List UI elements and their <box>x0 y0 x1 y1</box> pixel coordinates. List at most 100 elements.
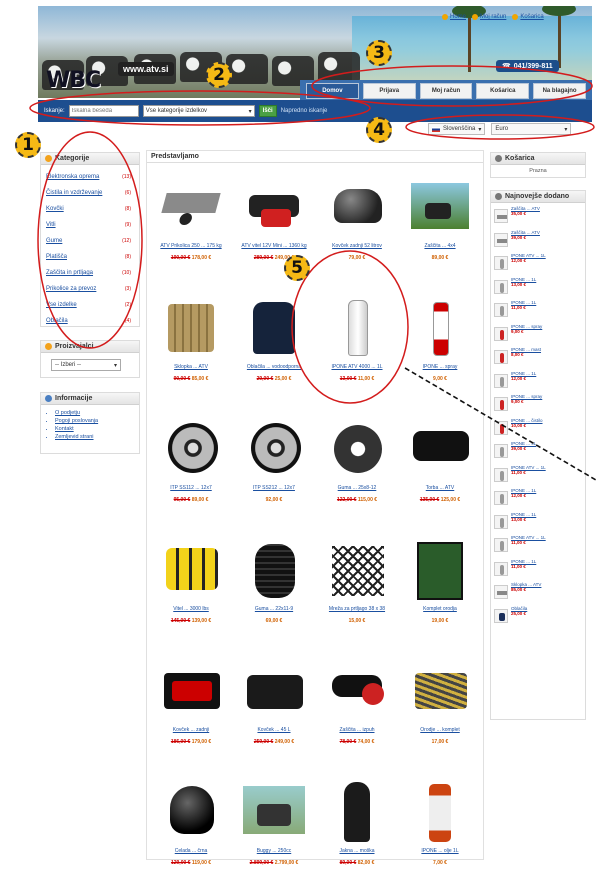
newest-thumbnail[interactable] <box>494 232 508 247</box>
newest-item[interactable]: IPONE ... 4L 39,00 € <box>491 441 585 465</box>
product-name[interactable]: Jakna ... moška <box>318 848 396 860</box>
top-link-home[interactable]: Home <box>442 14 466 20</box>
nav-tab-home[interactable]: Domov <box>306 83 359 99</box>
product-image[interactable] <box>324 538 390 602</box>
product-name[interactable]: Buggy ... 250cc <box>235 848 313 860</box>
product-card[interactable]: Zaščita ... izpuh 78,00 € 74,00 € <box>317 653 397 770</box>
newest-thumbnail[interactable] <box>494 397 508 411</box>
product-name[interactable]: Kovček ... zadnji <box>152 727 230 739</box>
language-select[interactable]: Slovenščina ▾ <box>428 123 486 135</box>
info-link-terms[interactable]: Pogoji poslovanja <box>55 417 139 425</box>
product-name[interactable]: ITP SS212 ... 12x7 <box>235 485 313 497</box>
product-image[interactable] <box>407 780 473 844</box>
search-input[interactable] <box>68 105 139 117</box>
newest-thumbnail[interactable] <box>494 303 508 317</box>
product-name[interactable]: Zaščita ... izpuh <box>318 727 396 739</box>
newest-thumbnail[interactable] <box>494 538 508 552</box>
newest-item[interactable]: IPONE ATV ... 1L 12,00 € <box>491 253 585 277</box>
product-name[interactable]: IPONE ATV 4000 ... 1L <box>318 364 396 376</box>
newest-item[interactable]: Oblačila 25,00 € <box>491 606 585 630</box>
product-name[interactable]: Orodje ... komplet <box>401 727 479 739</box>
product-card[interactable]: Kovček ... 45 L 259,00 € 249,00 € <box>234 653 314 770</box>
newest-item[interactable]: IPONE ... 1L 13,00 € <box>491 512 585 536</box>
product-name[interactable]: Guma ... 25x8-12 <box>318 485 396 497</box>
product-image[interactable] <box>158 659 224 723</box>
product-name[interactable]: ITP SS112 ... 12x7 <box>152 485 230 497</box>
product-card[interactable]: ITP SS212 ... 12x7 92,00 € <box>234 411 314 528</box>
product-card[interactable]: Komplet orodja 19,00 € <box>400 532 480 649</box>
info-link-sitemap[interactable]: Zemljevid strani <box>55 433 139 441</box>
product-image[interactable] <box>324 659 390 723</box>
info-link-contact[interactable]: Kontakt <box>55 425 139 433</box>
category-item[interactable]: Zaščita in prtljaga (10) <box>46 265 139 281</box>
product-name[interactable]: Kovček zadnji 52 litrov <box>318 243 396 255</box>
newest-item[interactable]: Zaščita ... ATV 39,00 € <box>491 230 585 254</box>
brand-logo[interactable]: WBC <box>46 68 101 93</box>
newest-thumbnail[interactable] <box>494 209 508 223</box>
newest-thumbnail[interactable] <box>494 514 508 529</box>
product-image[interactable] <box>158 175 224 239</box>
product-card[interactable]: Mreža za prtljago 38 x 38 15,00 € <box>317 532 397 649</box>
product-image[interactable] <box>324 417 390 481</box>
product-name[interactable]: Guma ... 22x11-9 <box>235 606 313 618</box>
newest-item[interactable]: IPONE ... čistilo 10,00 € <box>491 418 585 442</box>
newest-item[interactable]: IPONE ATV ... 1L 11,00 € <box>491 465 585 489</box>
newest-item[interactable]: Sklopka ... ATV 85,00 € <box>491 582 585 606</box>
product-image[interactable] <box>158 417 224 481</box>
product-name[interactable]: ATV Prikolica 250 ... 175 kg <box>152 243 230 255</box>
product-name[interactable]: Čelada ... črna <box>152 848 230 860</box>
category-item[interactable]: Čistila in vzdrževanje (6) <box>46 185 139 201</box>
product-image[interactable] <box>241 538 307 602</box>
newest-thumbnail[interactable] <box>494 326 508 341</box>
product-name[interactable]: Komplet orodja <box>401 606 479 618</box>
category-item[interactable]: Prikolice za prevoz (3) <box>46 281 139 297</box>
product-name[interactable]: Mreža za prtljago 38 x 38 <box>318 606 396 618</box>
product-image[interactable] <box>407 659 473 723</box>
product-name[interactable]: IPONE ... spray <box>401 364 479 376</box>
newest-thumbnail[interactable] <box>494 420 508 435</box>
product-name[interactable]: Zaščita ... 4x4 <box>401 243 479 255</box>
product-name[interactable]: IPONE ... olje 1L <box>401 848 479 860</box>
top-link-cart[interactable]: Košarica <box>512 14 544 20</box>
product-image[interactable] <box>241 780 307 844</box>
search-button[interactable]: Išči <box>258 105 277 117</box>
product-card[interactable]: Guma ... 25x8-12 122,00 € 115,00 € <box>317 411 397 528</box>
product-card[interactable]: ITP SS112 ... 12x7 95,00 € 89,00 € <box>151 411 231 528</box>
product-card[interactable]: IPONE ... spray 9,00 € <box>400 290 480 407</box>
newest-thumbnail[interactable] <box>494 561 508 576</box>
product-image[interactable] <box>407 296 473 360</box>
product-name[interactable]: Vitel ... 3000 lbs <box>152 606 230 618</box>
product-image[interactable] <box>324 780 390 844</box>
category-item[interactable]: Vitli (9) <box>46 217 139 233</box>
category-item[interactable]: Elektronska oprema (13) <box>46 169 139 185</box>
product-name[interactable]: Sklopka ... ATV <box>152 364 230 376</box>
nav-tab-login[interactable]: Prijava <box>362 83 416 99</box>
product-image[interactable] <box>241 659 307 723</box>
category-item[interactable]: Vse izdelke (2) <box>46 297 139 313</box>
product-card[interactable]: Buggy ... 250cc 2.899,00 € 2.799,00 € <box>234 774 314 891</box>
product-card[interactable]: Oblačila ... vodoodporna 29,00 € 25,00 € <box>234 290 314 407</box>
product-card[interactable]: Jakna ... moška 89,00 € 82,00 € <box>317 774 397 891</box>
newest-thumbnail[interactable] <box>494 491 508 505</box>
product-card[interactable]: Torba ... ATV 135,00 € 125,00 € <box>400 411 480 528</box>
product-image[interactable] <box>241 417 307 481</box>
product-image[interactable] <box>407 417 473 481</box>
currency-select[interactable]: Euro ▾ <box>491 123 572 135</box>
newest-thumbnail[interactable] <box>494 467 508 482</box>
advanced-search-link[interactable]: Napredno iskanje <box>281 108 328 114</box>
newest-item[interactable]: IPONE ATV ... 1L 11,00 € <box>491 535 585 559</box>
product-image[interactable] <box>324 296 390 360</box>
product-image[interactable] <box>241 175 307 239</box>
product-image[interactable] <box>158 538 224 602</box>
newest-item[interactable]: IPONE ... mast 8,00 € <box>491 347 585 371</box>
newest-item[interactable]: IPONE ... spray 9,00 € <box>491 324 585 348</box>
newest-thumbnail[interactable] <box>494 608 508 623</box>
newest-thumbnail[interactable] <box>494 373 508 388</box>
product-name[interactable]: ATV vitel 12V Mini ... 1360 kg <box>235 243 313 255</box>
newest-thumbnail[interactable] <box>494 585 508 599</box>
product-card[interactable]: ATV Prikolica 250 ... 175 kg 190,00 € 178… <box>151 169 231 286</box>
newest-thumbnail[interactable] <box>494 256 508 270</box>
nav-tab-checkout[interactable]: Na blagajno <box>533 83 586 99</box>
product-card[interactable]: Sklopka ... ATV 90,00 € 85,00 € <box>151 290 231 407</box>
product-image[interactable] <box>158 780 224 844</box>
